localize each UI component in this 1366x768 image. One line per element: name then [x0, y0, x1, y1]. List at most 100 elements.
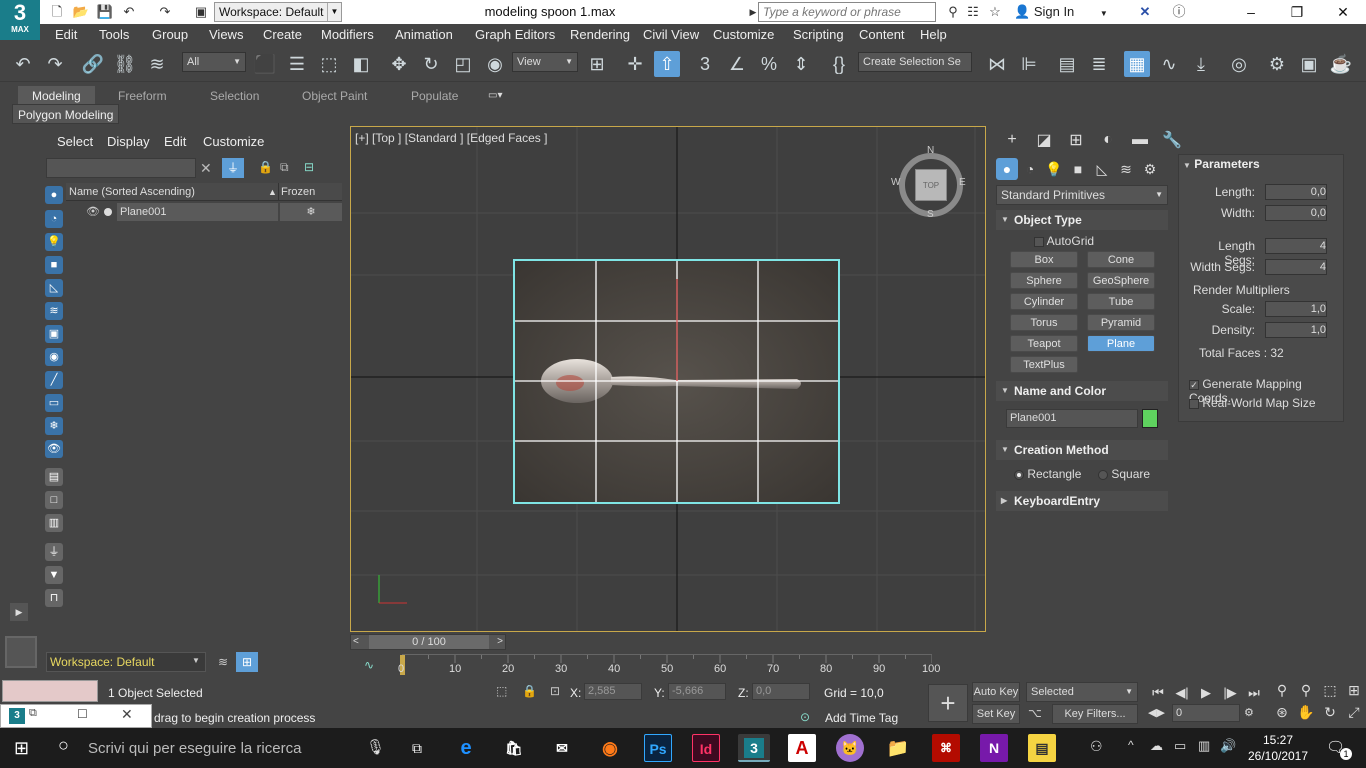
select-by-name-icon[interactable]: ☰ — [284, 51, 310, 77]
menu-content[interactable]: Content — [859, 24, 905, 46]
edge-browser-icon[interactable]: e — [452, 734, 480, 762]
key-mode-dropdown[interactable]: Selected ▼ — [1026, 682, 1138, 702]
bind-space-warp-icon[interactable]: ≋ — [144, 51, 170, 77]
viewport-layout-icon[interactable] — [5, 636, 37, 668]
geosphere-button[interactable]: GeoSphere — [1087, 272, 1155, 289]
autogrid-checkbox[interactable]: AutoGrid — [1034, 234, 1094, 248]
square-radio[interactable]: Square — [1098, 467, 1150, 481]
named-selection-dropdown[interactable]: Create Selection Se — [858, 52, 972, 72]
sign-in-button[interactable]: 👤 Sign In ▼ — [1014, 3, 1108, 23]
box-button[interactable]: Box — [1010, 251, 1078, 268]
shape-filter-icon[interactable]: ◔ — [45, 210, 63, 228]
microphone-icon[interactable]: 🎙 — [366, 738, 385, 756]
menu-animation[interactable]: Animation — [395, 24, 453, 46]
spinner-snap-icon[interactable]: ⇕ — [788, 51, 814, 77]
3dsmax-taskbar-icon[interactable]: 3 — [738, 734, 770, 762]
mirror-icon[interactable]: ⋈ — [984, 51, 1010, 77]
frozen-filter-icon[interactable]: ❄ — [45, 417, 63, 435]
rectangle-radio[interactable]: Rectangle — [1014, 467, 1081, 481]
mail-icon[interactable]: ✉ — [548, 734, 576, 762]
play-icon[interactable]: ▶ — [1194, 685, 1218, 701]
select-manipulate-icon[interactable]: ✛ — [622, 51, 648, 77]
time-slider[interactable]: < 0 / 100 > — [350, 634, 506, 650]
rendered-frame-window-icon[interactable]: ▣ — [1296, 51, 1322, 77]
minimized-window[interactable]: 3 ⧉ ☐ ✕ — [0, 704, 152, 728]
hidden-filter-icon[interactable]: 👁 — [45, 440, 63, 458]
schematic-view-icon[interactable]: ⤓ — [1188, 51, 1214, 77]
z-coord-field[interactable]: 0,0 — [752, 683, 810, 700]
autocad-icon[interactable]: A — [788, 734, 816, 762]
search-input[interactable] — [758, 2, 936, 22]
rollout-keyboard-entry[interactable]: ▶ KeyboardEntry — [996, 491, 1168, 511]
align-icon[interactable]: ⊫ — [1016, 51, 1042, 77]
light-filter-icon[interactable]: 💡 — [45, 233, 63, 251]
zoom-extents-all-icon[interactable]: ⊞ — [1342, 682, 1366, 699]
sticky-notes-icon[interactable]: ▤ — [1028, 734, 1056, 762]
bone-filter-icon[interactable]: ╱ — [45, 371, 63, 389]
pyramid-button[interactable]: Pyramid — [1087, 314, 1155, 331]
column-name-header[interactable]: Name (Sorted Ascending) — [69, 183, 195, 201]
key-mode-toggle-icon[interactable]: ◀▶ — [1148, 706, 1165, 719]
viewcube-face[interactable]: TOP — [915, 169, 947, 201]
menu-modifiers[interactable]: Modifiers — [321, 24, 374, 46]
length-spinner[interactable]: 0,0 — [1265, 184, 1327, 200]
density-spinner[interactable]: 1,0 — [1265, 322, 1327, 338]
link-icon[interactable]: 🔗 — [80, 51, 106, 77]
close-button[interactable]: ✕ — [1320, 0, 1366, 24]
display-none-icon[interactable]: □ — [45, 491, 63, 509]
taskbar-clock[interactable]: 15:27 26/10/2017 — [1246, 732, 1310, 764]
time-tag-icon[interactable]: ⊙ — [800, 710, 810, 724]
container-filter-icon[interactable]: ▭ — [45, 394, 63, 412]
selection-lock-icon[interactable]: 🔒 — [522, 684, 537, 698]
save-icon[interactable]: 💾 — [96, 3, 114, 21]
menu-scripting[interactable]: Scripting — [793, 24, 844, 46]
object-color-swatch[interactable] — [1142, 409, 1158, 428]
move-icon[interactable]: ✥ — [386, 51, 412, 77]
battery-icon[interactable]: ▭ — [1174, 738, 1186, 754]
volume-icon[interactable]: 🔊 — [1220, 738, 1236, 754]
y-coord-field[interactable]: -5,666 — [668, 683, 726, 700]
track-bar[interactable]: 0 10 20 30 40 50 60 70 80 90 100 — [398, 654, 940, 676]
sphere-button[interactable]: Sphere — [1010, 272, 1078, 289]
create-tab-icon[interactable]: + — [996, 131, 1028, 149]
parameters-title[interactable]: ▼ Parameters — [1183, 157, 1260, 171]
angle-snap-icon[interactable]: ∠ — [724, 51, 750, 77]
windows-start-icon[interactable]: ⊞ — [14, 738, 29, 759]
set-key-button[interactable]: Set Key — [972, 704, 1020, 724]
open-file-icon[interactable]: 📂 — [72, 3, 90, 21]
tab-modeling[interactable]: Modeling — [18, 86, 95, 106]
lights-icon[interactable]: 💡 — [1042, 161, 1066, 178]
previous-frame-arrow-icon[interactable]: < — [353, 635, 359, 649]
viewport-label[interactable]: [+] [Top ] [Standard ] [Edged Faces ] — [355, 131, 547, 145]
redo-icon[interactable]: ↷ — [156, 3, 174, 21]
unlink-icon[interactable]: ⛓ — [112, 51, 138, 77]
teapot-button[interactable]: Teapot — [1010, 335, 1078, 352]
pan-hand-icon[interactable]: ✋ — [1294, 704, 1318, 721]
xref-filter-icon[interactable]: ◉ — [45, 348, 63, 366]
pivot-center-icon[interactable]: ⊞ — [584, 51, 610, 77]
scene-explorer-toggle-icon[interactable]: ▤ — [1054, 51, 1080, 77]
object-name-field[interactable]: Plane001 — [1006, 409, 1138, 428]
time-config-icon[interactable]: ⚙ — [1244, 706, 1254, 719]
sort-by-hierarchy-icon[interactable]: ⊞ — [236, 652, 258, 672]
spacewarp-filter-icon[interactable]: ≋ — [45, 302, 63, 320]
frame-counter[interactable]: 0 / 100 — [369, 635, 489, 649]
display-tab-icon[interactable]: ▬ — [1124, 131, 1156, 149]
auto-key-button[interactable]: Auto Key — [972, 682, 1020, 702]
help-icon[interactable]: ⓘ — [1170, 3, 1188, 21]
helper-filter-icon[interactable]: ◺ — [45, 279, 63, 297]
display-all-icon[interactable]: ▤ — [45, 468, 63, 486]
menu-help[interactable]: Help — [920, 24, 947, 46]
taskbar-search-input[interactable]: ○ Scrivi qui per eseguire la ricerca 🎙 — [48, 728, 393, 768]
reference-coord-dropdown[interactable]: View ▼ — [512, 52, 578, 72]
zoom-all-icon[interactable]: ⚲ — [1294, 682, 1318, 699]
scale-icon[interactable]: ◰ — [450, 51, 476, 77]
toggle-ribbon-icon[interactable]: ▦ — [1124, 51, 1150, 77]
maxscript-listener[interactable] — [2, 680, 98, 702]
key-filters-button[interactable]: Key Filters... — [1052, 704, 1138, 724]
acrobat-icon[interactable]: ⌘ — [932, 734, 960, 762]
store-icon[interactable]: 🛍 — [500, 734, 528, 762]
eye-icon[interactable]: 👁 — [86, 203, 100, 221]
cone-button[interactable]: Cone — [1087, 251, 1155, 268]
select-object-icon[interactable]: ⬛ — [252, 51, 278, 77]
